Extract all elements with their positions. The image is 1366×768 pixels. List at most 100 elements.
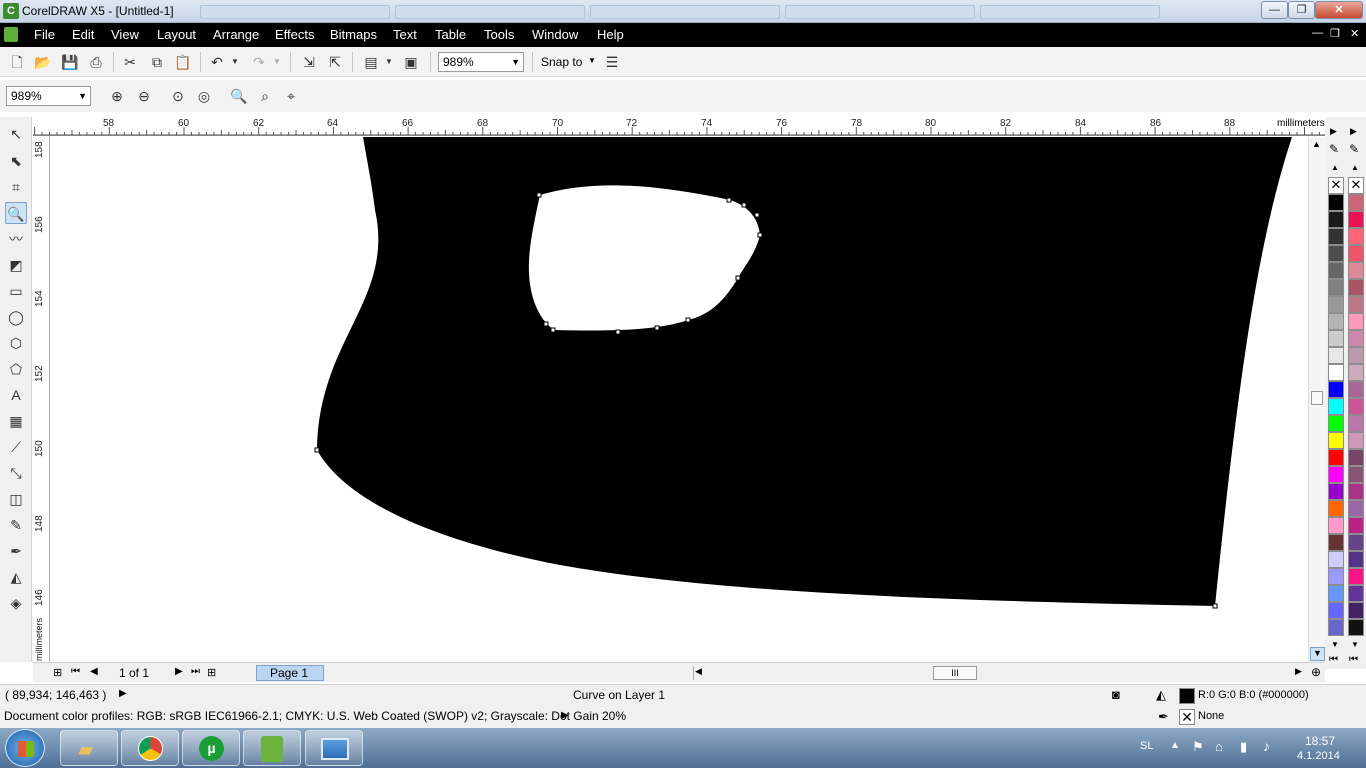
next-page-icon[interactable]: ▶ — [175, 666, 183, 677]
application-launcher-icon[interactable]: ▤ — [362, 53, 380, 71]
table-tool-icon[interactable]: ▦ — [5, 410, 27, 432]
no-color-swatch[interactable]: ✕ — [1328, 177, 1344, 194]
interactive-fill-tool-icon[interactable]: ◈ — [5, 592, 27, 614]
prev-page-icon[interactable]: ◀ — [90, 666, 98, 677]
color-swatch[interactable] — [1348, 432, 1364, 449]
eyedropper-tool-icon[interactable]: ✎ — [5, 514, 27, 536]
palette-scroll-arrow-icon[interactable]: ▶ — [1330, 126, 1337, 137]
color-swatch[interactable] — [1348, 517, 1364, 534]
paste-icon[interactable]: 📋 — [174, 53, 192, 71]
zoom-to-page-height-icon[interactable]: ⌖ — [282, 87, 300, 105]
color-swatch[interactable] — [1328, 245, 1344, 262]
color-profiles-expand-icon[interactable]: ▶ — [561, 710, 569, 721]
save-icon[interactable]: 💾 — [61, 53, 79, 71]
color-swatch[interactable] — [1348, 619, 1364, 636]
menu-tools[interactable]: Tools — [484, 27, 514, 42]
menu-window[interactable]: Window — [532, 27, 578, 42]
property-zoom-combo[interactable]: 989% ▼ — [6, 86, 91, 106]
last-page-icon[interactable]: ⏭ — [191, 666, 200, 677]
navigator-zoom-icon[interactable]: ⊕ — [1311, 665, 1321, 679]
color-swatch[interactable] — [1328, 364, 1344, 381]
input-language[interactable]: SL — [1140, 740, 1153, 752]
color-swatch[interactable] — [1328, 534, 1344, 551]
vertical-ruler[interactable]: 158 156 154 152 150 148 146 millimeters — [33, 136, 50, 662]
copy-icon[interactable]: ⧉ — [148, 53, 166, 71]
scroll-up-icon[interactable]: ▲ — [1312, 139, 1321, 149]
new-document-icon[interactable]: 🗋 — [8, 53, 26, 71]
outline-none-swatch[interactable]: ✕ — [1179, 709, 1195, 725]
zoom-to-page-icon[interactable]: 🔍 — [230, 87, 248, 105]
close-button[interactable]: ✕ — [1315, 1, 1363, 19]
color-swatch[interactable] — [1328, 330, 1344, 347]
color-swatch[interactable] — [1348, 364, 1364, 381]
color-swatch[interactable] — [1328, 296, 1344, 313]
color-swatch[interactable] — [1348, 466, 1364, 483]
color-swatch[interactable] — [1348, 313, 1364, 330]
color-swatch[interactable] — [1328, 568, 1344, 585]
zoom-tool-icon[interactable]: 🔍 — [5, 202, 27, 224]
color-swatch[interactable] — [1328, 415, 1344, 432]
color-proof-icon[interactable]: ◙ — [1112, 687, 1120, 702]
color-swatch[interactable] — [1348, 585, 1364, 602]
color-swatch[interactable] — [1348, 245, 1364, 262]
taskbar-coreldraw-button[interactable] — [243, 730, 301, 766]
redo-dropdown-icon[interactable]: ▼ — [272, 53, 282, 71]
color-swatch[interactable] — [1348, 568, 1364, 585]
palette-down-icon[interactable]: ▼ — [1331, 640, 1339, 649]
fill-tool-icon[interactable]: ◭ — [5, 566, 27, 588]
color-swatch[interactable] — [1328, 619, 1344, 636]
scroll-right-icon[interactable]: ▶ — [1295, 666, 1302, 677]
color-swatch[interactable] — [1348, 483, 1364, 500]
menu-view[interactable]: View — [111, 27, 139, 42]
color-swatch[interactable] — [1348, 500, 1364, 517]
menu-arrange[interactable]: Arrange — [213, 27, 259, 42]
scroll-thumb[interactable] — [1311, 391, 1323, 405]
open-icon[interactable]: 📂 — [34, 53, 52, 71]
horizontal-scroll-thumb[interactable]: III — [933, 666, 977, 680]
taskbar-explorer-button[interactable]: ▰ — [60, 730, 118, 766]
dimension-tool-icon[interactable]: ⟋ — [5, 436, 27, 458]
zoom-to-page-width-icon[interactable]: ⌕ — [256, 87, 274, 105]
cut-icon[interactable]: ✂ — [121, 53, 139, 71]
color-swatch[interactable] — [1348, 211, 1364, 228]
color-swatch[interactable] — [1348, 279, 1364, 296]
color-swatch[interactable] — [1348, 449, 1364, 466]
menu-bitmaps[interactable]: Bitmaps — [330, 27, 377, 42]
scroll-left-icon[interactable]: ◀ — [695, 666, 702, 677]
color-swatch[interactable] — [1328, 194, 1344, 211]
color-swatch[interactable] — [1348, 381, 1364, 398]
color-swatch[interactable] — [1348, 262, 1364, 279]
clock-date[interactable]: 4.1.2014 — [1297, 750, 1340, 762]
ellipse-tool-icon[interactable]: ◯ — [5, 306, 27, 328]
redo-icon[interactable]: ↷ — [250, 53, 268, 71]
menu-text[interactable]: Text — [393, 27, 417, 42]
color-swatch[interactable] — [1348, 602, 1364, 619]
color-swatch[interactable] — [1328, 466, 1344, 483]
usb-device-icon[interactable]: ⌂ — [1215, 739, 1223, 754]
undo-dropdown-icon[interactable]: ▼ — [230, 53, 240, 71]
maximize-button[interactable]: ❐ — [1288, 1, 1315, 19]
horizontal-ruler[interactable]: 58 60 62 64 66 68 70 72 74 76 78 80 82 8… — [33, 117, 1325, 136]
eyedropper-icon[interactable]: ✎ — [1349, 142, 1359, 156]
color-swatch[interactable] — [1328, 262, 1344, 279]
taskbar-photo-viewer-button[interactable] — [305, 730, 363, 766]
action-center-flag-icon[interactable]: ⚑ — [1192, 739, 1204, 755]
color-swatch[interactable] — [1348, 415, 1364, 432]
color-swatch[interactable] — [1348, 228, 1364, 245]
taskbar-chrome-button[interactable] — [121, 730, 179, 766]
options-icon[interactable]: ☰ — [603, 53, 621, 71]
color-swatch[interactable] — [1328, 483, 1344, 500]
start-button[interactable] — [5, 729, 45, 767]
color-profiles[interactable]: Document color profiles: RGB: sRGB IEC61… — [4, 709, 626, 723]
document-icon[interactable] — [4, 27, 18, 42]
rectangle-tool-icon[interactable]: ▭ — [5, 280, 27, 302]
pick-tool-icon[interactable]: ↖ — [5, 123, 27, 145]
volume-icon[interactable]: ♪ — [1263, 738, 1270, 754]
coreldraw-app-icon[interactable]: C — [3, 3, 19, 19]
welcome-screen-icon[interactable]: ▣ — [402, 53, 420, 71]
curve-object[interactable] — [51, 137, 1308, 662]
color-swatch[interactable] — [1328, 279, 1344, 296]
menu-layout[interactable]: Layout — [157, 27, 196, 42]
color-swatch[interactable] — [1328, 381, 1344, 398]
menu-file[interactable]: File — [34, 27, 55, 42]
